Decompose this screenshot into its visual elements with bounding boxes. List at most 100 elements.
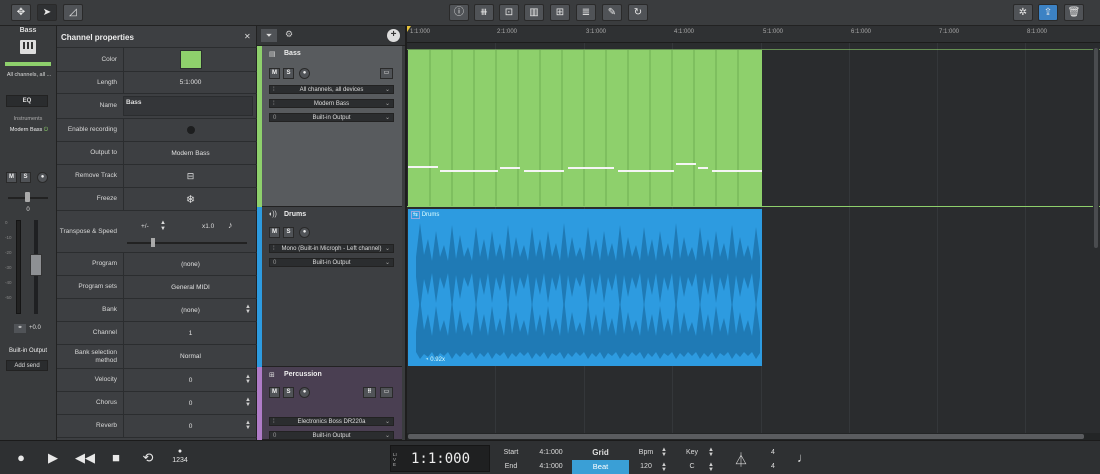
program-sets-value[interactable]: General MIDI bbox=[123, 276, 257, 298]
input-select[interactable]: ⁞ All channels, all devices ⌄ bbox=[269, 85, 394, 94]
piano-icon[interactable] bbox=[20, 40, 36, 54]
start-value[interactable]: 4:1:000 bbox=[535, 449, 567, 456]
add-send-button[interactable]: Add send bbox=[6, 360, 48, 371]
pen-button[interactable]: ✎ bbox=[602, 4, 622, 21]
info-button[interactable]: ⓘ bbox=[449, 4, 469, 21]
record-button[interactable]: ● bbox=[8, 447, 34, 469]
time-signature-top[interactable]: 4 bbox=[766, 449, 780, 456]
filter-button[interactable]: ⏷ bbox=[261, 29, 277, 42]
metronome-button[interactable]: ⏃ bbox=[734, 450, 748, 470]
bank-selection-value[interactable]: Normal bbox=[123, 345, 257, 368]
input-select[interactable]: ⁞ Mono (Built-in Microph - Left channel) ⌄ bbox=[269, 244, 394, 253]
output-select[interactable]: 0 Built-in Output ⌄ bbox=[269, 113, 394, 122]
drums-audio-clip[interactable]: ⇆ Drums ◔ 0.92x bbox=[408, 209, 762, 366]
fx-button[interactable]: ⊡ bbox=[499, 4, 519, 21]
tempo-note-icon[interactable]: ♪ bbox=[228, 220, 233, 230]
chorus-stepper[interactable]: ▲ ▼ bbox=[245, 397, 251, 408]
trash-button[interactable]: 🗑 bbox=[1064, 4, 1084, 21]
solo-button[interactable]: S bbox=[283, 68, 294, 79]
stop-button[interactable]: ■ bbox=[103, 447, 129, 469]
tracks-button[interactable]: ≣ bbox=[576, 4, 596, 21]
loop-button[interactable]: ⟲ bbox=[135, 447, 161, 469]
tuning-button[interactable]: ♩ bbox=[797, 450, 810, 465]
output-select[interactable]: 0 Built-in Output ⌄ bbox=[269, 431, 394, 440]
length-value[interactable]: 5:1:000 bbox=[123, 72, 257, 93]
record-arm-button[interactable]: ● bbox=[299, 227, 310, 238]
output-value[interactable]: Modern Bass bbox=[123, 142, 257, 164]
track-editor-button[interactable]: ▭ bbox=[380, 387, 393, 398]
track-header-drums[interactable]: ◖)) Drums M S ● ⁞ Mono (Built-in Microph … bbox=[257, 207, 402, 367]
move-tool-button[interactable]: ✥ bbox=[11, 4, 31, 21]
remove-track-icon[interactable]: ⊟ bbox=[187, 171, 195, 182]
track-editor-button[interactable]: ▭ bbox=[380, 68, 393, 79]
key-value[interactable]: C bbox=[682, 463, 702, 470]
pointer-tool-button[interactable]: ➤ bbox=[37, 4, 57, 21]
transpose-slider[interactable] bbox=[127, 242, 247, 244]
play-button[interactable]: ▶ bbox=[40, 447, 66, 469]
share-button[interactable]: ⇪ bbox=[1038, 4, 1058, 21]
scrollbar-thumb[interactable] bbox=[408, 434, 1084, 439]
transpose-slider-handle[interactable] bbox=[151, 238, 155, 247]
strip-mute-button[interactable]: M bbox=[6, 172, 17, 183]
arrangement-timeline[interactable]: 1:1:000 2:1:000 3:1:000 4:1:000 5:1:000 … bbox=[407, 26, 1100, 440]
snowflake-icon[interactable]: ❄ bbox=[186, 193, 195, 206]
strip-record-button[interactable]: ● bbox=[37, 172, 48, 183]
key-stepper[interactable]: ▲ ▼ ▲ ▼ bbox=[708, 447, 714, 473]
output-select[interactable]: 0 Built-in Output ⌄ bbox=[269, 258, 394, 267]
bass-midi-clip[interactable] bbox=[408, 50, 762, 206]
mute-button[interactable]: M bbox=[269, 68, 280, 79]
timeline-ruler[interactable]: 1:1:000 2:1:000 3:1:000 4:1:000 5:1:000 … bbox=[407, 26, 1100, 43]
record-arm-button[interactable]: ● bbox=[299, 68, 310, 79]
track-header-bass[interactable]: ▤ Bass M S ● ▭ ⁞ All channels, all device… bbox=[257, 46, 402, 207]
reverb-value[interactable]: 0 bbox=[123, 415, 257, 437]
bank-value[interactable]: (none) bbox=[123, 299, 257, 321]
automation-tool-button[interactable]: ◿ bbox=[63, 4, 83, 21]
vertical-scrollbar-thumb[interactable] bbox=[1094, 48, 1098, 248]
solo-button[interactable]: S bbox=[283, 227, 294, 238]
eq-button[interactable]: EQ bbox=[6, 95, 48, 107]
name-input[interactable]: Bass bbox=[123, 96, 253, 116]
bpm-value[interactable]: 120 bbox=[636, 463, 656, 470]
ai-button[interactable]: ✲ bbox=[1013, 4, 1033, 21]
mute-button[interactable]: M bbox=[269, 227, 280, 238]
track-header-percussion[interactable]: ⊞ Percussion M S ● ⠿ ▭ ⁞ Electronics Boss… bbox=[257, 367, 402, 440]
color-swatch[interactable] bbox=[179, 50, 202, 69]
solo-button[interactable]: S bbox=[283, 387, 294, 398]
keyboard-button[interactable]: ▥ bbox=[524, 4, 544, 21]
link-button[interactable]: ⚭ bbox=[14, 324, 26, 333]
reverb-stepper[interactable]: ▲ ▼ bbox=[245, 420, 251, 431]
velocity-value[interactable]: 0 bbox=[123, 369, 257, 391]
time-signature-bottom[interactable]: 4 bbox=[766, 463, 780, 470]
instrument-name[interactable]: Modern Bass ⏻ bbox=[3, 127, 55, 134]
track-settings-button[interactable]: ⚙ bbox=[285, 29, 293, 40]
bank-stepper[interactable]: ▲ ▼ bbox=[245, 304, 251, 315]
mixer-button[interactable]: ⧻ bbox=[474, 4, 494, 21]
mute-button[interactable]: M bbox=[269, 387, 280, 398]
velocity-stepper[interactable]: ▲ ▼ bbox=[245, 374, 251, 385]
fader-handle[interactable] bbox=[30, 254, 42, 276]
close-icon[interactable]: ✕ bbox=[244, 32, 251, 41]
kit-select[interactable]: ⁞ Electronics Boss DR220a ⌄ bbox=[269, 417, 394, 426]
transpose-stepper[interactable]: ▲ ▼ bbox=[160, 220, 166, 232]
count-in-button[interactable]: ● 1234 bbox=[167, 447, 193, 469]
vertical-scrollbar[interactable] bbox=[1093, 46, 1099, 432]
rewind-button[interactable]: ◀◀ bbox=[72, 447, 98, 469]
record-arm-button[interactable]: ● bbox=[299, 387, 310, 398]
drum-pad-button[interactable]: ⠿ bbox=[363, 387, 376, 398]
grid-value-button[interactable]: Beat bbox=[572, 460, 629, 474]
instrument-select[interactable]: ⁞ Modern Bass ⌄ bbox=[269, 99, 394, 108]
program-value[interactable]: (none) bbox=[123, 253, 257, 275]
time-display[interactable]: LIVE 1:1:000 bbox=[390, 445, 490, 472]
pan-slider-handle[interactable] bbox=[25, 192, 30, 202]
end-value[interactable]: 4:1:000 bbox=[535, 463, 567, 470]
strip-output-label[interactable]: Built-in Output bbox=[0, 348, 56, 354]
horizontal-scrollbar[interactable] bbox=[407, 433, 1100, 440]
bpm-stepper[interactable]: ▲ ▼ ▲ ▼ bbox=[661, 447, 667, 473]
record-enable-toggle[interactable] bbox=[186, 126, 195, 134]
channel-value[interactable]: 1 bbox=[123, 322, 257, 344]
refresh-button[interactable]: ↻ bbox=[628, 4, 648, 21]
chorus-value[interactable]: 0 bbox=[123, 392, 257, 414]
add-track-button[interactable]: + bbox=[387, 29, 400, 42]
tuner-button[interactable]: ⊞ bbox=[550, 4, 570, 21]
strip-solo-button[interactable]: S bbox=[20, 172, 31, 183]
